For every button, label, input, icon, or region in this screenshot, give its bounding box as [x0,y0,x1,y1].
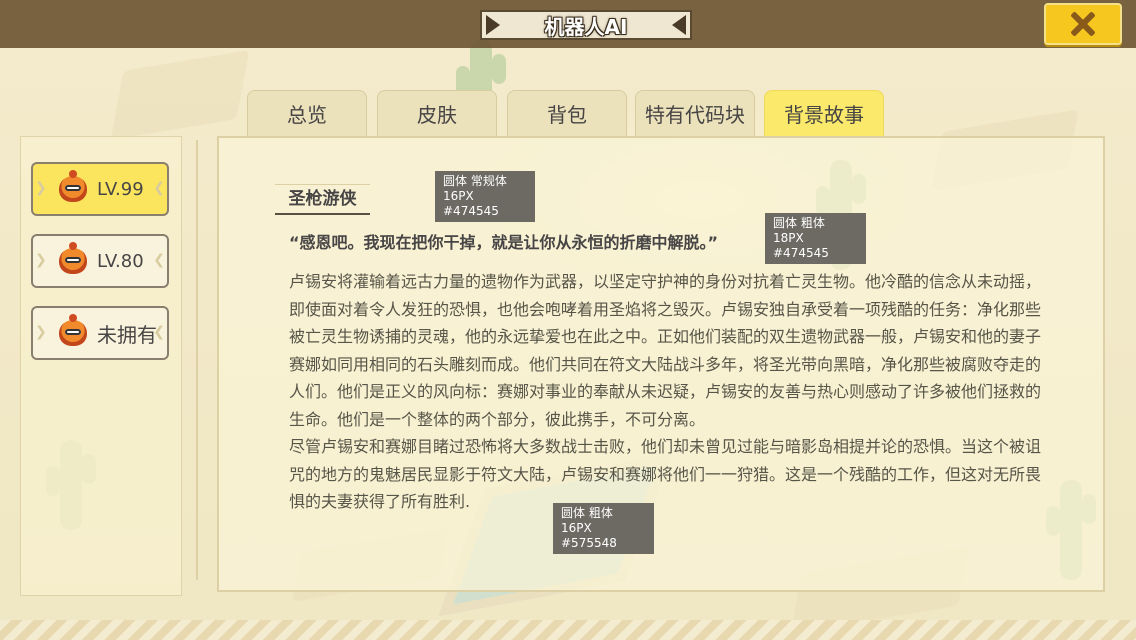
story-quote: “感恩吧。我现在把你干掉，就是让你从永恒的折磨中解脱。” [289,233,719,252]
tab-label: 特有代码块 [645,103,745,127]
level-item-lv80[interactable]: ❯ LV.80 ❮ [31,234,169,288]
story-title: 圣枪游侠 [275,184,370,215]
tab-label: 背景故事 [784,103,864,127]
top-bar: 机器人AI [0,0,1136,48]
font-annotation: 圆体 粗体 16PX #575548 [553,503,654,554]
annotation-line: 圆体 粗体 [561,506,613,520]
chevron-left-icon: ❯ [35,180,47,196]
tab-overview[interactable]: 总览 [247,90,367,136]
bottom-pattern-strip [0,620,1136,640]
level-item-not-owned[interactable]: ❯ 未拥有 ❮ [31,306,169,360]
annotation-line: 18PX #474545 [773,231,829,260]
level-label: LV.99 [97,178,144,200]
tab-special-code-blocks[interactable]: 特有代码块 [635,90,755,136]
robot-head-icon [59,170,87,202]
window-title: 机器人AI [544,14,628,39]
story-body: 卢锡安将灌输着远古力量的遗物作为武器，以坚定守护神的身份对抗着亡灵生物。他冷酷的… [289,268,1052,516]
tab-backpack[interactable]: 背包 [507,90,627,136]
close-button[interactable] [1044,3,1122,45]
title-plate: 机器人AI [480,10,692,40]
annotation-line: 16PX #575548 [561,521,617,550]
robot-head-icon [59,314,87,346]
annotation-line: 圆体 粗体 [773,216,825,230]
chevron-right-icon: ❮ [153,252,165,268]
level-label: 未拥有 [97,322,157,347]
chevron-right-icon: ❮ [153,180,165,196]
divider [196,140,198,580]
level-label: LV.80 [97,250,144,272]
level-item-lv99[interactable]: ❯ LV.99 ❮ [31,162,169,216]
close-x-icon [1070,11,1096,37]
chevron-left-icon: ❯ [35,324,47,340]
font-annotation: 圆体 常规体 16PX #474545 [435,171,535,222]
tab-background-story[interactable]: 背景故事 [764,90,884,136]
story-paragraph: 卢锡安将灌输着远古力量的遗物作为武器，以坚定守护神的身份对抗着亡灵生物。他冷酷的… [289,272,1042,429]
tab-skins[interactable]: 皮肤 [377,90,497,136]
annotation-line: 16PX #474545 [443,189,499,218]
tab-label: 背包 [547,103,587,127]
chevron-left-icon: ❯ [35,252,47,268]
tab-label: 总览 [287,103,327,127]
chevron-right-icon: ❮ [153,324,165,340]
robot-head-icon [59,242,87,274]
annotation-line: 圆体 常规体 [443,174,507,188]
tab-label: 皮肤 [417,103,457,127]
font-annotation: 圆体 粗体 18PX #474545 [765,213,866,264]
story-paragraph: 尽管卢锡安和赛娜目睹过恐怖将大多数战士击败，他们却未曾见过能与暗影岛相提并论的恐… [289,437,1042,511]
